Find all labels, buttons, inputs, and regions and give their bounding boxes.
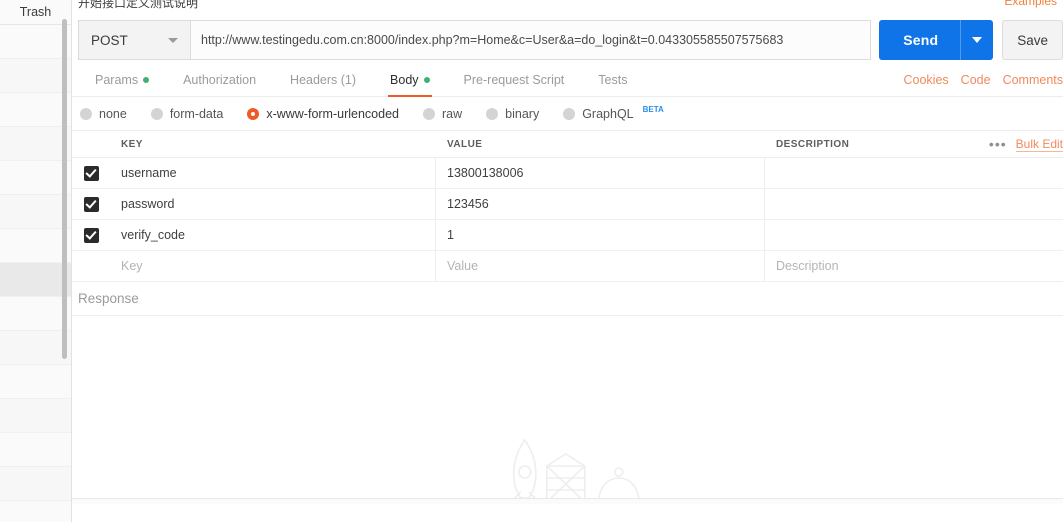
chevron-down-icon — [168, 37, 178, 43]
radio-icon — [486, 108, 499, 120]
sidebar-trash-item[interactable]: Trash — [0, 0, 71, 25]
row-checkbox[interactable] — [83, 227, 99, 243]
column-header-key: KEY — [121, 138, 143, 150]
body-type-label: binary — [505, 107, 540, 121]
code-link[interactable]: Code — [961, 73, 991, 87]
sidebar-trash-label: Trash — [19, 5, 52, 19]
tab-label: Pre-request Script — [463, 73, 565, 87]
left-sidebar: Trash — [0, 0, 72, 522]
radio-icon — [423, 108, 435, 120]
table-row[interactable]: username 13800138006 — [72, 158, 1063, 189]
body-type-label: x-www-form-urlencoded — [266, 107, 399, 121]
tab-label: Params — [95, 73, 139, 87]
tab-label: Tests — [598, 73, 628, 87]
request-tabs: Params Authorization Headers (1) Body Pr… — [72, 66, 1063, 97]
column-header-value: VALUE — [447, 138, 483, 150]
tab-pre-request-script[interactable]: Pre-request Script — [447, 73, 582, 96]
param-value[interactable]: 1 — [447, 228, 454, 242]
row-checkbox[interactable] — [83, 196, 99, 212]
status-bar — [72, 498, 1063, 504]
beta-badge: BETA — [642, 104, 664, 114]
chevron-down-icon — [972, 37, 983, 43]
sidebar-scrollbar-thumb[interactable] — [62, 19, 67, 359]
body-type-binary[interactable]: binary — [486, 107, 539, 121]
param-key[interactable]: password — [121, 197, 175, 211]
save-button-label: Save — [1017, 32, 1048, 48]
body-type-label: raw — [442, 107, 463, 121]
response-label: Response — [78, 291, 139, 306]
empty-check-cell — [72, 251, 110, 281]
save-button[interactable]: Save — [1002, 20, 1063, 60]
tab-headers[interactable]: Headers (1) — [273, 73, 373, 96]
tab-links: Cookies Code Comments — [904, 73, 1063, 87]
rocket-launchpad-illustration — [509, 438, 640, 503]
examples-link[interactable]: Examples — [1004, 0, 1057, 8]
body-params-table: KEY VALUE DESCRIPTION ••• Bulk Edit user… — [72, 130, 1063, 282]
new-param-key-input[interactable]: Key — [121, 259, 143, 273]
radio-icon — [150, 108, 163, 120]
tab-authorization[interactable]: Authorization — [166, 73, 273, 96]
response-header: Response — [72, 282, 1063, 316]
table-header-row: KEY VALUE DESCRIPTION ••• Bulk Edit — [72, 131, 1063, 158]
body-type-x-www-form-urlencoded[interactable]: x-www-form-urlencoded — [247, 107, 399, 121]
body-type-raw[interactable]: raw — [423, 107, 462, 121]
tab-params[interactable]: Params — [78, 73, 166, 96]
body-type-form-data[interactable]: form-data — [150, 107, 224, 121]
http-method-label: POST — [91, 32, 128, 48]
radio-selected-icon — [247, 108, 260, 120]
table-row[interactable]: verify_code 1 — [72, 220, 1063, 251]
http-method-selector[interactable]: POST — [78, 20, 190, 60]
tab-label: Headers (1) — [290, 73, 357, 87]
radio-icon — [80, 108, 92, 120]
status-dot-icon — [143, 77, 150, 83]
body-type-label: GraphQL — [582, 107, 634, 121]
status-dot-icon — [423, 77, 430, 83]
tab-body[interactable]: Body — [373, 73, 447, 97]
body-type-graphql[interactable]: GraphQL BETA — [563, 104, 664, 121]
header-check-cell — [72, 131, 110, 157]
table-row-empty[interactable]: Key Value Description — [72, 251, 1063, 282]
send-options-dropdown[interactable] — [961, 20, 993, 60]
body-type-none[interactable]: none — [80, 107, 127, 121]
request-pane: 开始接口定义测试说明 Examples POST http://www.test… — [72, 0, 1063, 522]
postman-window: Trash 开始接口定义测试说明 Examples POST http://ww… — [0, 0, 1063, 522]
clipped-top-row: 开始接口定义测试说明 Examples — [72, 0, 1063, 14]
bulk-edit-link[interactable]: Bulk Edit — [1015, 137, 1063, 152]
param-key[interactable]: verify_code — [121, 228, 185, 242]
clipped-title-text: 开始接口定义测试说明 — [78, 0, 199, 10]
param-value[interactable]: 13800138006 — [447, 166, 523, 180]
send-button-label: Send — [903, 32, 939, 48]
send-button-group: Send Save — [879, 20, 1063, 60]
url-input[interactable]: http://www.testingedu.com.cn:8000/index.… — [190, 20, 872, 60]
body-type-label: form-data — [169, 107, 224, 121]
tab-label: Body — [390, 73, 419, 87]
param-value[interactable]: 123456 — [447, 197, 489, 211]
table-header-actions: ••• Bulk Edit — [989, 131, 1063, 157]
tab-tests[interactable]: Tests — [581, 73, 644, 96]
table-row[interactable]: password 123456 — [72, 189, 1063, 220]
column-header-description: DESCRIPTION — [776, 138, 850, 150]
response-empty-state — [72, 316, 1063, 504]
body-type-label: none — [99, 107, 127, 121]
body-type-options: none form-data x-www-form-urlencoded raw… — [72, 97, 1063, 130]
new-param-description-input[interactable]: Description — [776, 259, 839, 273]
row-checkbox[interactable] — [83, 165, 99, 181]
url-bar: POST http://www.testingedu.com.cn:8000/i… — [72, 14, 1063, 66]
cookies-link[interactable]: Cookies — [904, 73, 949, 87]
radio-icon — [563, 108, 576, 120]
param-key[interactable]: username — [121, 166, 177, 180]
more-options-icon[interactable]: ••• — [989, 137, 1007, 151]
tab-label: Authorization — [183, 73, 257, 87]
url-text: http://www.testingedu.com.cn:8000/index.… — [201, 33, 784, 47]
send-button[interactable]: Send — [879, 20, 994, 60]
comments-link[interactable]: Comments — [1003, 73, 1063, 87]
new-param-value-input[interactable]: Value — [447, 259, 478, 273]
